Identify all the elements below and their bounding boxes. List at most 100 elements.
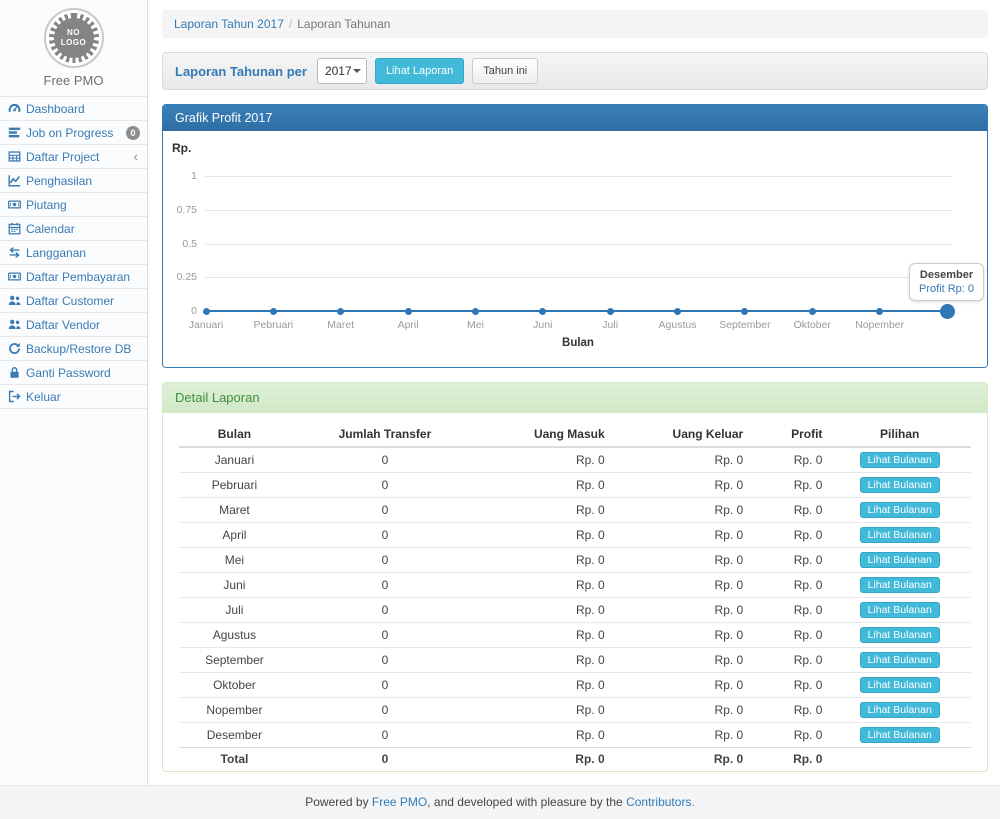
year-select[interactable]: 2017 (317, 58, 367, 84)
lihat-bulanan-button[interactable]: Lihat Bulanan (860, 627, 940, 643)
sidebar-item-keluar[interactable]: Keluar (0, 385, 147, 409)
data-point-mei[interactable] (472, 308, 479, 315)
cell-uang_keluar: Rp. 0 (611, 723, 750, 748)
data-point-pebruari[interactable] (270, 308, 277, 315)
total-cell-empty (828, 748, 971, 771)
chart-gridline (205, 244, 951, 245)
breadcrumb-link[interactable]: Laporan Tahun 2017 (174, 17, 284, 31)
sidebar-item-label: Job on Progress (26, 126, 113, 140)
table-total-row: Total0Rp. 0Rp. 0Rp. 0 (179, 748, 971, 771)
data-point-desember[interactable] (940, 304, 955, 319)
cell-jumlah_transfer: 0 (290, 623, 480, 648)
contributors-link[interactable]: Contributors. (626, 795, 695, 809)
cell-pilihan: Lihat Bulanan (828, 523, 971, 548)
cell-uang_masuk: Rp. 0 (480, 473, 611, 498)
cell-bulan: Januari (179, 447, 290, 473)
x-axis-title: Bulan (205, 337, 951, 349)
data-point-juli[interactable] (607, 308, 614, 315)
detail-report-panel: Detail Laporan BulanJumlah TransferUang … (162, 382, 988, 772)
sidebar-item-daftar-vendor[interactable]: Daftar Vendor (0, 313, 147, 337)
data-point-april[interactable] (405, 308, 412, 315)
table-row: Nopember0Rp. 0Rp. 0Rp. 0Lihat Bulanan (179, 698, 971, 723)
sidebar-item-backup-restore-db[interactable]: Backup/Restore DB (0, 337, 147, 361)
cell-pilihan: Lihat Bulanan (828, 648, 971, 673)
chart-gridline (205, 277, 951, 278)
lihat-bulanan-button[interactable]: Lihat Bulanan (860, 727, 940, 743)
sidebar-item-calendar[interactable]: Calendar (0, 217, 147, 241)
logo-text: NO LOGO (61, 28, 87, 48)
y-tick-label: 0.5 (163, 238, 197, 250)
sidebar-item-dashboard[interactable]: Dashboard (0, 97, 147, 121)
cell-uang_keluar: Rp. 0 (611, 498, 750, 523)
main-content: Laporan Tahun 2017/Laporan Tahunan Lapor… (148, 0, 1000, 785)
lihat-bulanan-button[interactable]: Lihat Bulanan (860, 677, 940, 693)
sidebar-item-daftar-customer[interactable]: Daftar Customer (0, 289, 147, 313)
detail-table-wrap: BulanJumlah TransferUang MasukUang Kelua… (163, 413, 987, 770)
data-point-januari[interactable] (203, 308, 210, 315)
lihat-bulanan-button[interactable]: Lihat Bulanan (860, 577, 940, 593)
lihat-laporan-button[interactable]: Lihat Laporan (375, 58, 464, 84)
cell-uang_masuk: Rp. 0 (480, 623, 611, 648)
col-header-bulan: Bulan (179, 422, 290, 447)
total-cell-profit: Rp. 0 (749, 748, 828, 771)
data-point-agustus[interactable] (674, 308, 681, 315)
sidebar-item-label: Penghasilan (26, 174, 92, 188)
data-point-nopember[interactable] (876, 308, 883, 315)
caret-down-icon (353, 69, 361, 73)
breadcrumb: Laporan Tahun 2017/Laporan Tahunan (162, 10, 988, 38)
free-pmo-link[interactable]: Free PMO (372, 795, 427, 809)
data-point-oktober[interactable] (809, 308, 816, 315)
brand-name: Free PMO (0, 73, 147, 88)
cell-bulan: Desember (179, 723, 290, 748)
year-select-value: 2017 (325, 64, 352, 78)
cell-profit: Rp. 0 (749, 473, 828, 498)
lihat-bulanan-button[interactable]: Lihat Bulanan (860, 602, 940, 618)
cell-jumlah_transfer: 0 (290, 723, 480, 748)
lihat-bulanan-button[interactable]: Lihat Bulanan (860, 527, 940, 543)
col-header-profit: Profit (749, 422, 828, 447)
calendar-icon (8, 222, 21, 235)
cell-pilihan: Lihat Bulanan (828, 598, 971, 623)
total-cell-uang_keluar: Rp. 0 (611, 748, 750, 771)
report-controls: Laporan Tahunan per 2017 Lihat Laporan T… (162, 52, 988, 90)
cell-profit: Rp. 0 (749, 498, 828, 523)
cell-bulan: Nopember (179, 698, 290, 723)
table-row: Agustus0Rp. 0Rp. 0Rp. 0Lihat Bulanan (179, 623, 971, 648)
lihat-bulanan-button[interactable]: Lihat Bulanan (860, 502, 940, 518)
cell-profit: Rp. 0 (749, 623, 828, 648)
users-icon (8, 294, 21, 307)
data-point-maret[interactable] (337, 308, 344, 315)
cell-jumlah_transfer: 0 (290, 573, 480, 598)
cell-pilihan: Lihat Bulanan (828, 548, 971, 573)
cell-profit: Rp. 0 (749, 648, 828, 673)
profit-chart: Rp. 00.250.50.751JanuariPebruariMaretApr… (163, 131, 987, 367)
cell-uang_keluar: Rp. 0 (611, 673, 750, 698)
sidebar-item-penghasilan[interactable]: Penghasilan (0, 169, 147, 193)
cell-profit: Rp. 0 (749, 548, 828, 573)
col-header-pilihan: Pilihan (828, 422, 971, 447)
cell-uang_keluar: Rp. 0 (611, 598, 750, 623)
lihat-bulanan-button[interactable]: Lihat Bulanan (860, 477, 940, 493)
lihat-bulanan-button[interactable]: Lihat Bulanan (860, 702, 940, 718)
cell-bulan: April (179, 523, 290, 548)
lihat-bulanan-button[interactable]: Lihat Bulanan (860, 452, 940, 468)
cell-jumlah_transfer: 0 (290, 673, 480, 698)
data-point-september[interactable] (741, 308, 748, 315)
tahun-ini-button[interactable]: Tahun ini (472, 58, 538, 84)
sidebar-item-piutang[interactable]: Piutang (0, 193, 147, 217)
total-cell-jumlah_transfer: 0 (290, 748, 480, 771)
sidebar-item-daftar-project[interactable]: Daftar Project‹ (0, 145, 147, 169)
gear-logo-icon: NO LOGO (54, 18, 94, 58)
tasks-icon (8, 126, 21, 139)
sidebar-item-job-on-progress[interactable]: Job on Progress0 (0, 121, 147, 145)
sidebar-item-daftar-pembayaran[interactable]: Daftar Pembayaran (0, 265, 147, 289)
data-point-juni[interactable] (539, 308, 546, 315)
lihat-bulanan-button[interactable]: Lihat Bulanan (860, 652, 940, 668)
detail-table: BulanJumlah TransferUang MasukUang Kelua… (179, 422, 971, 770)
dashboard-icon (8, 102, 21, 115)
table-row: Juli0Rp. 0Rp. 0Rp. 0Lihat Bulanan (179, 598, 971, 623)
report-controls-label: Laporan Tahunan per (175, 64, 307, 79)
lihat-bulanan-button[interactable]: Lihat Bulanan (860, 552, 940, 568)
sidebar-item-ganti-password[interactable]: Ganti Password (0, 361, 147, 385)
sidebar-item-langganan[interactable]: Langganan (0, 241, 147, 265)
